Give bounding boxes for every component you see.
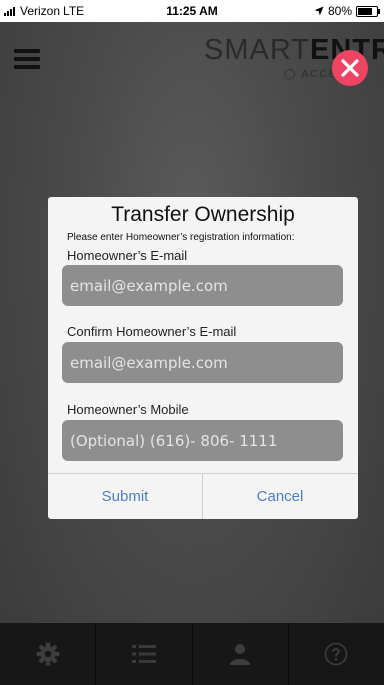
dialog-subtitle: Please enter Homeowner’s registration in…	[67, 232, 295, 243]
confirm-email-input[interactable]	[62, 342, 343, 383]
homeowner-email-input[interactable]	[62, 265, 343, 306]
battery-icon	[356, 5, 380, 17]
menu-icon[interactable]	[14, 49, 40, 69]
submit-button[interactable]: Submit	[48, 474, 202, 519]
homeowner-mobile-label: Homeowner’s Mobile	[67, 402, 189, 417]
close-button[interactable]	[332, 50, 368, 86]
status-bar: Verizon LTE 11:25 AM 80%	[0, 0, 384, 22]
dialog-title: Transfer Ownership	[111, 203, 295, 226]
tab-list[interactable]	[96, 623, 193, 685]
cancel-button[interactable]: Cancel	[203, 474, 357, 519]
location-icon	[314, 6, 324, 16]
transfer-ownership-dialog: Transfer Ownership Please enter Homeowne…	[48, 197, 358, 519]
bottom-tab-bar	[0, 623, 384, 685]
help-icon	[325, 642, 348, 666]
logo-part1: SMART	[204, 34, 310, 66]
status-right: 80%	[314, 4, 380, 18]
battery-percent: 80%	[327, 4, 352, 18]
close-icon	[341, 59, 359, 77]
homeowner-email-label: Homeowner’s E-mail	[67, 248, 188, 263]
tab-help[interactable]	[289, 623, 384, 685]
tab-settings[interactable]	[0, 623, 97, 685]
person-icon	[230, 644, 251, 665]
tab-profile[interactable]	[193, 623, 289, 685]
gear-icon	[36, 642, 59, 666]
app-screen: Verizon LTE 11:25 AM 80% SMARTENTRY ◯ AC…	[0, 0, 384, 685]
confirm-email-label: Confirm Homeowner’s E-mail	[67, 324, 237, 339]
list-icon	[131, 645, 156, 663]
homeowner-mobile-input[interactable]	[62, 420, 343, 461]
battery-fill	[358, 7, 372, 15]
